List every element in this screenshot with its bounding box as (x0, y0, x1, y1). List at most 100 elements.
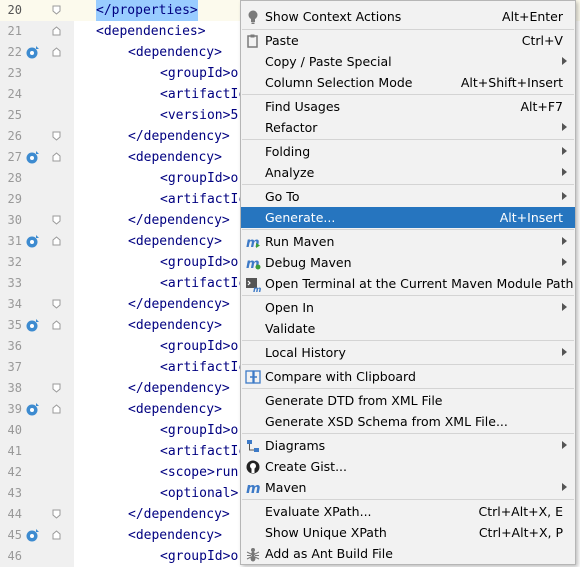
line-number: 21 (7, 24, 22, 38)
menu-item-label: Debug Maven (265, 255, 352, 270)
dependency-gutter-icon[interactable] (26, 318, 40, 332)
menu-item-column-selection-mode[interactable]: Column Selection Mode Alt+Shift+Insert (241, 72, 575, 93)
fold-end-icon[interactable] (52, 5, 61, 15)
code-text[interactable]: <groupId>or (160, 546, 246, 567)
diagram-icon (247, 440, 259, 452)
code-text[interactable]: <artifactIc (160, 273, 246, 294)
fold-end-icon[interactable] (52, 383, 61, 393)
dependency-gutter-icon[interactable] (26, 528, 40, 542)
code-text[interactable]: <artifactIc (160, 84, 246, 105)
code-text[interactable]: <dependency> (128, 525, 222, 546)
menu-separator (242, 499, 574, 500)
line-number: 20 (7, 3, 22, 17)
menu-item-label: Paste (265, 33, 299, 48)
menu-item-debug-maven[interactable]: m Debug Maven (241, 252, 575, 273)
code-text[interactable]: </dependency> (128, 378, 230, 399)
fold-start-icon[interactable] (52, 236, 61, 246)
code-text[interactable]: <artifactIc (160, 357, 246, 378)
fold-start-icon[interactable] (52, 26, 61, 36)
fold-start-icon[interactable] (52, 320, 61, 330)
code-text[interactable]: <dependency> (128, 315, 222, 336)
menu-item-label: Go To (265, 189, 300, 204)
github-icon (246, 460, 260, 474)
menu-item-diagrams[interactable]: Diagrams (241, 435, 575, 456)
code-text[interactable]: <scope>run (160, 462, 238, 483)
menu-item-label: Add as Ant Build File (265, 546, 393, 561)
menu-item-evaluate-xpath[interactable]: Evaluate XPath... Ctrl+Alt+X, E (241, 501, 575, 522)
code-text[interactable]: <groupId>or (160, 252, 246, 273)
svg-text:m: m (246, 481, 261, 496)
fold-end-icon[interactable] (52, 215, 61, 225)
bulb-icon (248, 10, 258, 24)
menu-item-open-terminal-maven[interactable]: m Open Terminal at the Current Maven Mod… (241, 273, 575, 294)
menu-item-show-unique-xpath[interactable]: Show Unique XPath Ctrl+Alt+X, P (241, 522, 575, 543)
maven-icon: m (246, 481, 261, 496)
code-text[interactable]: <dependencies> (96, 21, 206, 42)
menu-item-label: Copy / Paste Special (265, 54, 392, 69)
menu-item-find-usages[interactable]: Find Usages Alt+F7 (241, 96, 575, 117)
menu-item-maven[interactable]: m Maven (241, 477, 575, 498)
menu-item-label: Refactor (265, 120, 318, 135)
code-text[interactable]: <groupId>or (160, 336, 246, 357)
menu-item-generate-dtd[interactable]: Generate DTD from XML File (241, 390, 575, 411)
menu-item-generate[interactable]: Generate... Alt+Insert (241, 207, 575, 228)
menu-item-label: Show Context Actions (265, 9, 402, 24)
menu-item-shortcut: Ctrl+V (521, 33, 563, 48)
menu-item-label: Local History (265, 345, 346, 360)
fold-end-icon[interactable] (52, 299, 61, 309)
menu-item-run-maven[interactable]: m Run Maven (241, 231, 575, 252)
dependency-gutter-icon[interactable] (26, 150, 40, 164)
code-text[interactable]: </dependency> (128, 294, 230, 315)
menu-item-label: Generate XSD Schema from XML File... (265, 414, 508, 429)
fold-start-icon[interactable] (52, 404, 61, 414)
code-text[interactable]: <optional> (160, 483, 238, 504)
menu-item-analyze[interactable]: Analyze (241, 162, 575, 183)
menu-item-refactor[interactable]: Refactor (241, 117, 575, 138)
menu-item-copy-paste-special[interactable]: Copy / Paste Special (241, 51, 575, 72)
line-number: 38 (7, 381, 22, 395)
menu-item-label: Maven (265, 480, 307, 495)
code-text[interactable]: <groupId>or (160, 420, 246, 441)
fold-start-icon[interactable] (52, 47, 61, 57)
code-text[interactable]: <version>5 (160, 105, 238, 126)
menu-item-folding[interactable]: Folding (241, 141, 575, 162)
menu-item-local-history[interactable]: Local History (241, 342, 575, 363)
dependency-gutter-icon[interactable] (26, 45, 40, 59)
code-text[interactable]: <artifactIc (160, 441, 246, 462)
code-text[interactable]: </properties> (96, 0, 198, 21)
code-text[interactable]: <artifactIc (160, 189, 246, 210)
line-number: 26 (7, 129, 22, 143)
menu-item-add-ant-build-file[interactable]: Add as Ant Build File (241, 543, 575, 564)
fold-end-icon[interactable] (52, 509, 61, 519)
code-text[interactable]: <dependency> (128, 147, 222, 168)
line-number: 34 (7, 297, 22, 311)
menu-item-validate[interactable]: Validate (241, 318, 575, 339)
menu-item-create-gist[interactable]: Create Gist... (241, 456, 575, 477)
menu-item-label: Generate... (265, 210, 336, 225)
menu-item-paste[interactable]: Paste Ctrl+V (241, 30, 575, 51)
line-number: 30 (7, 213, 22, 227)
menu-item-compare-with-clipboard[interactable]: Compare with Clipboard (241, 366, 575, 387)
code-text[interactable]: <groupId>or (160, 168, 246, 189)
menu-item-open-in[interactable]: Open In (241, 297, 575, 318)
menu-item-generate-xsd[interactable]: Generate XSD Schema from XML File... (241, 411, 575, 432)
code-text[interactable]: <groupId>or (160, 63, 246, 84)
code-text[interactable]: </dependency> (128, 126, 230, 147)
dependency-gutter-icon[interactable] (26, 234, 40, 248)
fold-start-icon[interactable] (52, 152, 61, 162)
code-text[interactable]: <dependency> (128, 399, 222, 420)
fold-end-icon[interactable] (52, 131, 61, 141)
code-text[interactable]: </dependency> (128, 210, 230, 231)
line-number: 31 (7, 234, 22, 248)
dependency-gutter-icon[interactable] (26, 402, 40, 416)
line-number: 25 (7, 108, 22, 122)
code-text[interactable]: </dependency> (128, 504, 230, 525)
code-text[interactable]: <dependency> (128, 42, 222, 63)
submenu-arrow-icon (562, 441, 567, 449)
code-text[interactable]: <dependency> (128, 231, 222, 252)
menu-item-show-context-actions[interactable]: Show Context Actions Alt+Enter (241, 6, 575, 27)
menu-item-label: Diagrams (265, 438, 326, 453)
fold-start-icon[interactable] (52, 530, 61, 540)
menu-item-go-to[interactable]: Go To (241, 186, 575, 207)
line-number: 32 (7, 255, 22, 269)
